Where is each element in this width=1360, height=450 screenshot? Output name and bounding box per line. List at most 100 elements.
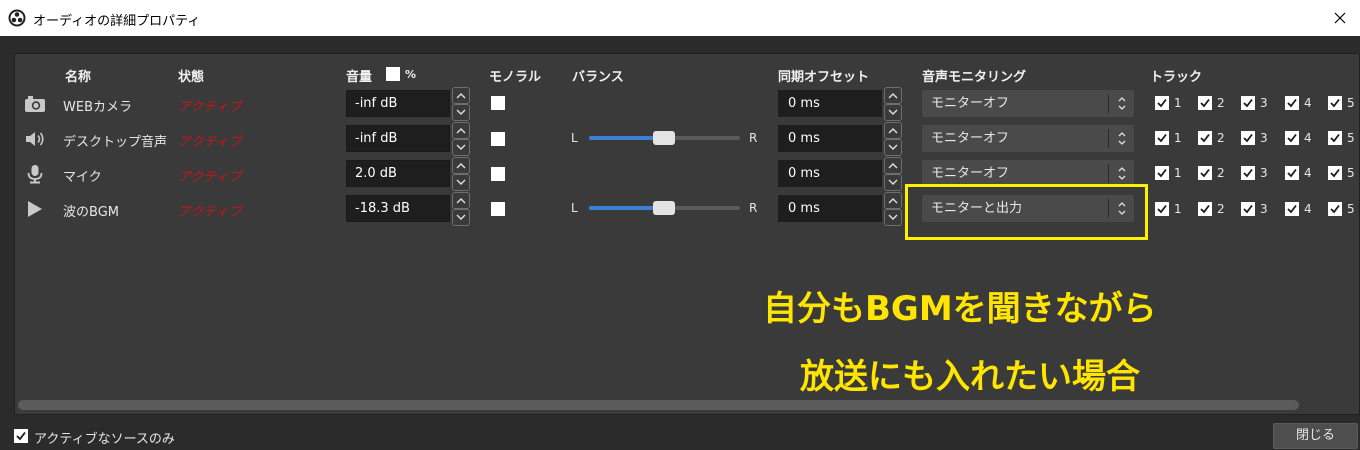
track-checkbox[interactable] [1328,202,1342,216]
stepper-down-button[interactable] [884,174,902,191]
stepper-down-button[interactable] [452,174,470,191]
track-checkbox[interactable] [1285,202,1299,216]
volume-input[interactable]: -inf dB [346,125,450,152]
track-checkbox[interactable] [1198,96,1212,110]
source-name: WEBカメラ [63,100,132,115]
track-checkbox[interactable] [1241,202,1255,216]
track-checkbox[interactable] [1285,166,1299,180]
source-name: マイク [63,170,102,185]
sync-offset-input[interactable]: 0 ms [778,160,882,187]
stepper-down-button[interactable] [884,139,902,156]
sync-offset-input[interactable]: 0 ms [778,125,882,152]
track-checkbox[interactable] [1198,202,1212,216]
close-icon [1334,12,1346,24]
stepper-down-button[interactable] [884,209,902,226]
track-checkbox[interactable] [1328,166,1342,180]
chevron-up-icon [888,198,898,204]
mono-checkbox[interactable] [491,132,505,146]
monitoring-value: モニターオフ [931,96,1010,111]
active-only-checkbox[interactable] [14,429,28,443]
volume-percent-checkbox[interactable] [386,67,400,81]
volume-input[interactable]: 2.0 dB [346,160,450,187]
source-status: アクティブ [178,135,242,150]
highlight-box [905,184,1148,240]
track-number: 2 [1217,202,1225,216]
header-status: 状態 [178,70,205,85]
volume-input[interactable]: -inf dB [346,90,450,117]
balance-handle[interactable] [653,201,675,215]
checkmark-icon [16,431,26,441]
sync-offset-input[interactable]: 0 ms [778,90,882,117]
annotation-line-1: 自分もBGMを聞きながら [763,289,1157,329]
stepper-down-button[interactable] [452,209,470,226]
stepper-up-button[interactable] [452,192,470,209]
title-bar: オーディオの詳細プロパティ [0,0,1360,36]
checkmark-icon [1243,204,1253,214]
horizontal-scrollbar[interactable] [18,400,1299,410]
track-checkbox[interactable] [1328,131,1342,145]
stepper-down-button[interactable] [452,139,470,156]
balance-slider[interactable] [589,131,740,145]
track-checkbox[interactable] [1241,131,1255,145]
track-checkbox[interactable] [1155,96,1169,110]
track-number: 1 [1174,96,1182,110]
mono-checkbox[interactable] [491,96,505,110]
track-checkbox[interactable] [1155,166,1169,180]
chevron-down-icon [888,109,898,115]
track-checkbox[interactable] [1155,131,1169,145]
checkmark-icon [1200,204,1210,214]
window-close-button[interactable] [1320,0,1360,36]
track-number: 5 [1347,166,1355,180]
checkmark-icon [1330,168,1340,178]
stepper-down-button[interactable] [884,104,902,121]
chevron-up-icon [456,93,466,99]
chevron-down-icon [888,144,898,150]
select-divider [1108,129,1109,148]
stepper-up-button[interactable] [884,122,902,139]
balance-handle[interactable] [653,131,675,145]
stepper-up-button[interactable] [884,192,902,209]
sync-offset-stepper[interactable] [884,157,902,191]
track-number: 3 [1260,131,1268,145]
annotation-line-2: 放送にも入れたい場合 [800,357,1140,397]
track-checkbox[interactable] [1155,202,1169,216]
balance-slider[interactable] [589,201,740,215]
track-number: 2 [1217,96,1225,110]
checkmark-icon [1157,204,1167,214]
sync-offset-input[interactable]: 0 ms [778,195,882,222]
track-number: 5 [1347,131,1355,145]
monitoring-select[interactable]: モニターオフ [922,160,1134,187]
monitoring-select[interactable]: モニターオフ [922,90,1134,117]
stepper-up-button[interactable] [884,87,902,104]
track-number: 4 [1304,96,1312,110]
microphone-icon [27,165,43,184]
stepper-up-button[interactable] [452,87,470,104]
track-checkbox[interactable] [1198,166,1212,180]
sync-offset-stepper[interactable] [884,122,902,156]
monitoring-select[interactable]: モニターオフ [922,125,1134,152]
sync-offset-stepper[interactable] [884,87,902,121]
volume-stepper[interactable] [452,157,470,191]
mono-checkbox[interactable] [491,202,505,216]
checkmark-icon [1287,204,1297,214]
volume-input[interactable]: -18.3 dB [346,195,450,222]
volume-stepper[interactable] [452,122,470,156]
track-checkbox[interactable] [1328,96,1342,110]
stepper-up-button[interactable] [884,157,902,174]
track-checkbox[interactable] [1241,96,1255,110]
volume-stepper[interactable] [452,87,470,121]
volume-stepper[interactable] [452,192,470,226]
stepper-down-button[interactable] [452,104,470,121]
track-checkbox[interactable] [1198,131,1212,145]
close-button[interactable]: 閉じる [1273,423,1358,449]
header-monitoring: 音声モニタリング [922,70,1027,85]
active-only-label: アクティブなソースのみ [34,432,175,447]
stepper-up-button[interactable] [452,122,470,139]
track-checkbox[interactable] [1285,131,1299,145]
track-checkbox[interactable] [1285,96,1299,110]
track-checkbox[interactable] [1241,166,1255,180]
stepper-up-button[interactable] [452,157,470,174]
chevron-up-icon [456,163,466,169]
mono-checkbox[interactable] [491,167,505,181]
sync-offset-stepper[interactable] [884,192,902,226]
